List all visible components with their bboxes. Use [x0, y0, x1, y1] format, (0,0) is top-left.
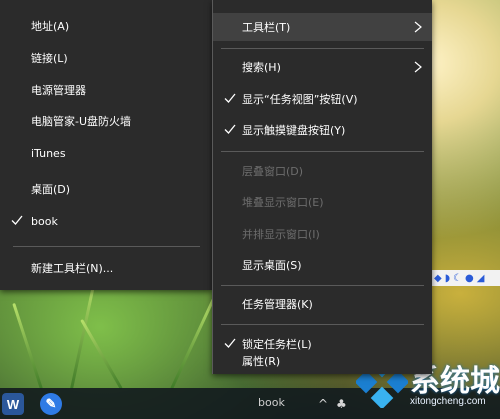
menu-item-search[interactable]: 搜索(H)	[213, 53, 432, 81]
menu-item-toolbars[interactable]: 工具栏(T)	[213, 13, 432, 41]
menu-item-label: 桌面(D)	[31, 183, 71, 196]
menu-item-label: 地址(A)	[31, 20, 70, 33]
menu-item-pc-manager-firewall[interactable]: 电脑管家-U盘防火墙	[0, 107, 212, 135]
menu-item-links[interactable]: 链接(L)	[0, 44, 212, 72]
menu-item-label: 堆叠显示窗口(E)	[242, 196, 324, 209]
menu-separator	[221, 151, 424, 152]
menu-item-book[interactable]: book	[0, 207, 212, 235]
menu-item-show-desktop[interactable]: 显示桌面(S)	[213, 251, 432, 279]
menu-separator	[221, 48, 424, 49]
checkmark-icon	[224, 124, 236, 134]
menu-item-itunes[interactable]: iTunes	[0, 139, 212, 167]
menu-item-label: 链接(L)	[31, 52, 68, 65]
menu-item-label: 显示桌面(S)	[242, 259, 302, 272]
menu-item-label: 搜索(H)	[242, 61, 281, 74]
checkmark-icon	[224, 93, 236, 103]
taskbar-context-menu: 工具栏(T) 搜索(H) 显示“任务视图”按钮(V) 显示触摸键盘按钮(Y) 层…	[212, 0, 432, 374]
menu-item-desktop[interactable]: 桌面(D)	[0, 175, 212, 203]
menu-item-label: 新建工具栏(N)...	[31, 262, 114, 275]
menu-item-properties[interactable]: 属性(R)	[213, 348, 432, 374]
menu-item-label: 并排显示窗口(I)	[242, 228, 320, 241]
menu-separator	[13, 246, 200, 247]
menu-item-label: book	[31, 214, 58, 228]
network-icon[interactable]: ♣	[336, 397, 347, 411]
menu-item-label: 属性(R)	[242, 355, 281, 368]
tray-icon[interactable]: ●	[465, 273, 474, 284]
menu-separator	[221, 285, 424, 286]
menu-item-label: 层叠窗口(D)	[242, 165, 304, 178]
menu-item-label: 工具栏(T)	[242, 21, 291, 34]
tray-icon[interactable]: ◆	[434, 273, 442, 284]
menu-item-label: 电源管理器	[31, 84, 86, 97]
pen-icon[interactable]: ✎	[40, 393, 62, 415]
chevron-right-icon	[414, 21, 422, 33]
menu-item-cascade-windows: 层叠窗口(D)	[213, 157, 432, 185]
tray-icon[interactable]: ◢	[477, 273, 485, 284]
word-icon[interactable]: W	[2, 393, 24, 415]
menu-item-show-task-view-button[interactable]: 显示“任务视图”按钮(V)	[213, 85, 432, 113]
menu-item-label: 显示“任务视图”按钮(V)	[242, 93, 358, 106]
menu-item-power-manager[interactable]: 电源管理器	[0, 76, 212, 104]
menu-item-show-touch-keyboard-button[interactable]: 显示触摸键盘按钮(Y)	[213, 116, 432, 144]
taskbar-toolbar-book[interactable]: book	[258, 396, 285, 409]
menu-item-label: iTunes	[31, 146, 66, 160]
menu-item-side-by-side-windows: 并排显示窗口(I)	[213, 220, 432, 248]
watermark-url: xitongcheng.com	[410, 396, 486, 407]
menu-item-stack-windows: 堆叠显示窗口(E)	[213, 188, 432, 216]
menu-item-address[interactable]: 地址(A)	[0, 12, 212, 40]
menu-item-task-manager[interactable]: 任务管理器(K)	[213, 290, 432, 318]
menu-item-label: 任务管理器(K)	[242, 298, 313, 311]
chevron-up-icon[interactable]: ^	[318, 397, 328, 411]
menu-item-label: 电脑管家-U盘防火墙	[31, 115, 132, 128]
system-tray-strip: ◆ ◗ ☾ ● ◢	[432, 270, 500, 286]
tray-icon[interactable]: ☾	[453, 273, 462, 284]
toolbars-submenu: 地址(A) 链接(L) 电源管理器 电脑管家-U盘防火墙 iTunes 桌面(D…	[0, 0, 213, 290]
menu-item-label: 显示触摸键盘按钮(Y)	[242, 124, 346, 137]
tray-icon[interactable]: ◗	[445, 273, 450, 284]
checkmark-icon	[11, 215, 23, 225]
menu-item-new-toolbar[interactable]: 新建工具栏(N)...	[0, 254, 212, 282]
menu-separator	[221, 324, 424, 325]
chevron-right-icon	[414, 61, 422, 73]
